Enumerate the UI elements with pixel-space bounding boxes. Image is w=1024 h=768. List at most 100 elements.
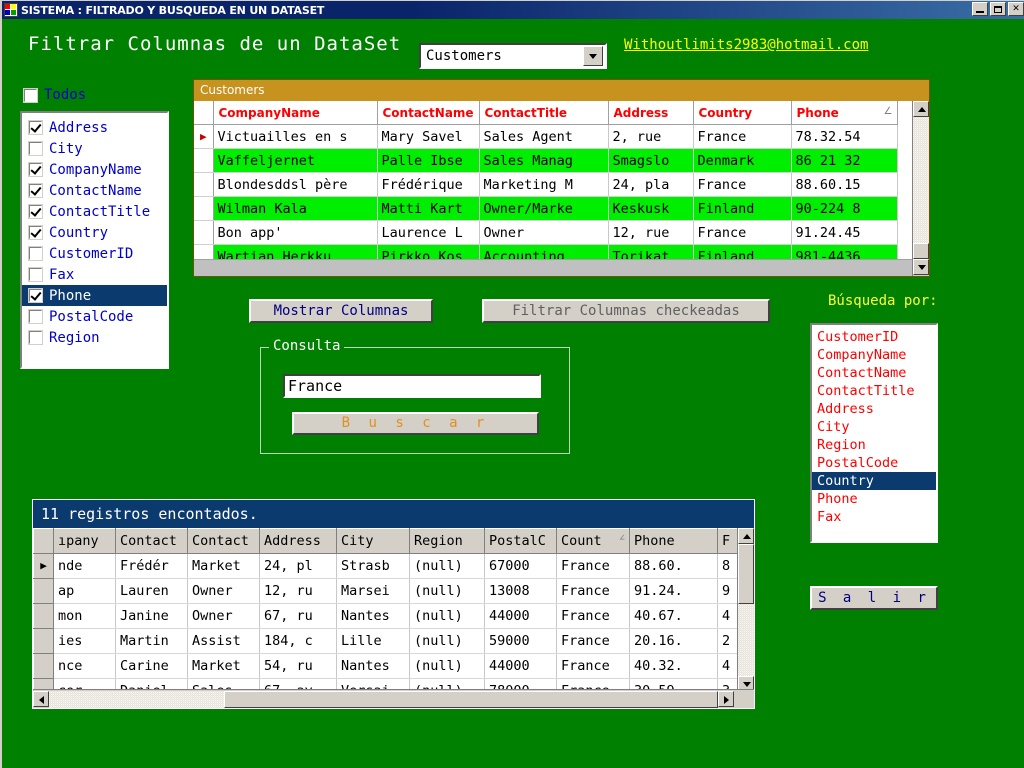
table-cell[interactable]: (null) <box>409 578 485 604</box>
busqueda-list-item[interactable]: ContactTitle <box>812 382 936 400</box>
column-header[interactable]: Country <box>693 101 792 125</box>
row-header[interactable] <box>194 220 214 245</box>
table-cell[interactable]: Denmark <box>693 148 792 173</box>
table-cell[interactable]: Nantes <box>336 603 410 629</box>
row-header[interactable] <box>33 628 54 654</box>
checkbox-icon[interactable] <box>28 267 43 282</box>
column-check-item[interactable]: ContactTitle <box>27 201 167 222</box>
table-cell[interactable]: 67000 <box>484 553 557 579</box>
checkbox-icon[interactable] <box>28 330 43 345</box>
column-header[interactable]: ıpany <box>53 528 116 554</box>
table-cell[interactable]: Frédér <box>115 553 188 579</box>
table-cell[interactable]: 2, rue <box>608 124 694 149</box>
datagrid-vertical-scrollbar[interactable] <box>912 101 929 276</box>
column-check-item[interactable]: Region <box>27 327 167 348</box>
table-cell[interactable]: Vaffeljernet <box>213 148 378 173</box>
busqueda-list-item[interactable]: Address <box>812 400 936 418</box>
busqueda-list-item[interactable]: Region <box>812 436 936 454</box>
column-header[interactable]: Count ∠ <box>556 528 630 554</box>
row-header[interactable] <box>33 603 54 629</box>
column-check-item[interactable]: Address <box>27 117 167 138</box>
table-cell[interactable]: Keskusk <box>608 196 694 221</box>
buscar-button[interactable]: B u s c a r <box>292 412 539 435</box>
table-cell[interactable]: 91.24.45 <box>791 220 898 245</box>
table-cell[interactable]: 40.67. <box>629 603 718 629</box>
table-row[interactable]: ▶ Victuailles en s Mary Savel Sales Agent 2,… <box>194 124 898 149</box>
table-cell[interactable]: Matti Kart <box>377 196 480 221</box>
table-row[interactable]: nce Carine Market 54, ru Nantes (null) 44000 Fr… <box>33 653 738 679</box>
table-cell[interactable]: Sales Agent <box>479 124 609 149</box>
scroll-right-icon[interactable] <box>718 691 734 707</box>
table-cell[interactable]: mon <box>53 603 116 629</box>
checkbox-icon[interactable] <box>28 120 43 135</box>
checkbox-icon[interactable] <box>28 246 43 261</box>
column-header[interactable]: ContactName <box>377 101 480 125</box>
busqueda-listbox[interactable]: CustomerID CompanyName ContactName ContactT… <box>810 323 938 543</box>
table-cell[interactable]: Owner/Marke <box>479 196 609 221</box>
table-row[interactable]: Wilman Kala Matti Kart Owner/Marke Keskusk F… <box>194 196 898 221</box>
minimize-button[interactable] <box>972 2 988 16</box>
checkbox-icon[interactable] <box>28 162 43 177</box>
table-cell[interactable]: France <box>693 220 792 245</box>
table-row[interactable]: ap Lauren Owner 12, ru Marsei (null) 13008 Fran… <box>33 578 738 604</box>
table-cell[interactable]: Sales Manag <box>479 148 609 173</box>
table-cell[interactable]: 24, pla <box>608 172 694 197</box>
table-cell[interactable]: 59000 <box>484 628 557 654</box>
busqueda-list-item[interactable]: CustomerID <box>812 328 936 346</box>
table-cell[interactable]: 13008 <box>484 578 557 604</box>
table-cell[interactable]: Victuailles en s <box>213 124 378 149</box>
column-header[interactable]: Contact <box>115 528 188 554</box>
scrollbar-thumb[interactable] <box>913 243 929 259</box>
table-cell[interactable]: Marketing M <box>479 172 609 197</box>
salir-button[interactable]: S a l i r <box>810 586 938 610</box>
results-vertical-scrollbar[interactable] <box>737 528 754 708</box>
table-cell[interactable]: Bon app' <box>213 220 378 245</box>
table-cell[interactable]: 4 <box>717 603 738 629</box>
checkbox-icon[interactable] <box>28 183 43 198</box>
table-cell[interactable]: (null) <box>409 603 485 629</box>
row-header[interactable] <box>194 172 214 197</box>
checkbox-icon[interactable] <box>28 309 43 324</box>
scroll-left-icon[interactable] <box>33 691 49 707</box>
table-cell[interactable]: 4 <box>717 653 738 679</box>
table-cell[interactable]: 88.60. <box>629 553 718 579</box>
table-cell[interactable]: Assist <box>187 628 260 654</box>
table-cell[interactable]: 67, ru <box>259 603 337 629</box>
row-header[interactable] <box>194 196 214 221</box>
table-cell[interactable]: 91.24. <box>629 578 718 604</box>
table-cell[interactable]: 9 <box>717 578 738 604</box>
column-header[interactable]: Phone ∠ <box>791 101 898 125</box>
table-cell[interactable]: (null) <box>409 653 485 679</box>
column-check-item[interactable]: Fax <box>27 264 167 285</box>
table-cell[interactable]: Owner <box>187 603 260 629</box>
column-check-item[interactable]: CustomerID <box>27 243 167 264</box>
table-cell[interactable]: Mary Savel <box>377 124 480 149</box>
table-row[interactable]: mon Janine Owner 67, ru Nantes (null) 44000 Fra… <box>33 603 738 629</box>
busqueda-list-item[interactable]: Fax <box>812 508 936 526</box>
column-header[interactable]: Address <box>608 101 694 125</box>
table-row[interactable]: ▶ nde Frédér Market 24, pl Strasb (null) 67000 F… <box>33 553 738 579</box>
table-cell[interactable]: 184, c <box>259 628 337 654</box>
table-cell[interactable]: France <box>556 603 630 629</box>
column-header[interactable]: Phone <box>629 528 718 554</box>
scrollbar-track[interactable] <box>913 117 929 243</box>
table-row[interactable]: Blondesddsl père Frédérique Marketing M 24,… <box>194 172 898 197</box>
row-header[interactable] <box>194 148 214 173</box>
table-cell[interactable]: 12, rue <box>608 220 694 245</box>
column-check-item[interactable]: Country <box>27 222 167 243</box>
mostrar-columnas-button[interactable]: Mostrar Columnas <box>249 299 433 323</box>
table-cell[interactable]: Martin <box>115 628 188 654</box>
table-cell[interactable]: 88.60.15 <box>791 172 898 197</box>
table-cell[interactable]: France <box>556 628 630 654</box>
table-cell[interactable]: 44000 <box>484 603 557 629</box>
table-row[interactable]: ies Martin Assist 184, c Lille (null) 59000 Fra… <box>33 628 738 654</box>
table-select[interactable]: Customers <box>419 43 607 69</box>
table-cell[interactable]: Laurence L <box>377 220 480 245</box>
table-cell[interactable]: ies <box>53 628 116 654</box>
scrollbar-thumb[interactable] <box>738 544 754 604</box>
row-header[interactable]: ▶ <box>194 124 214 149</box>
column-header[interactable]: ContactTitle <box>479 101 609 125</box>
table-cell[interactable]: Owner <box>187 578 260 604</box>
row-header[interactable] <box>33 578 54 604</box>
chevron-down-icon[interactable] <box>583 46 603 66</box>
